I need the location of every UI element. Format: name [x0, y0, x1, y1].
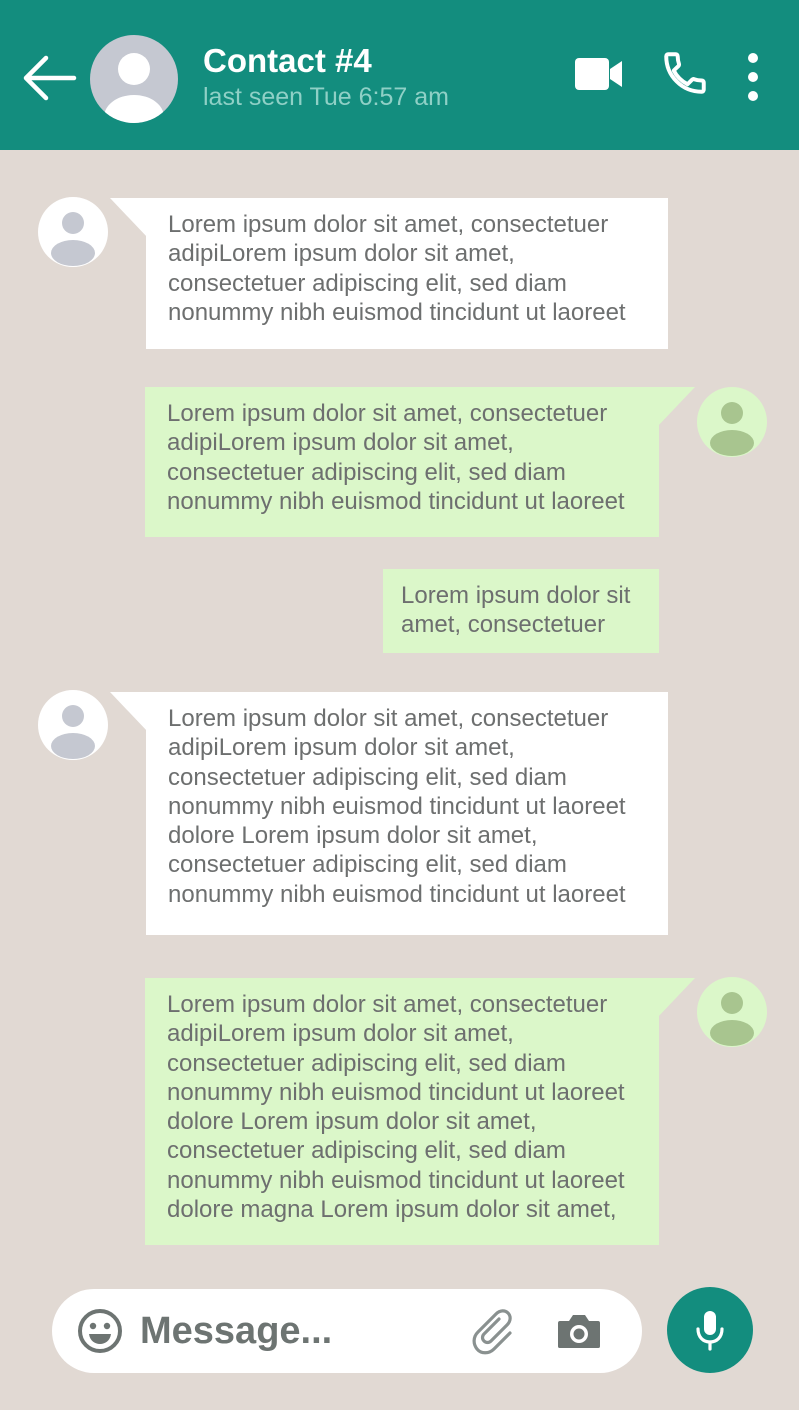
video-call-icon	[575, 58, 622, 90]
last-seen-status: last seen Tue 6:57 am	[203, 83, 449, 111]
camera-icon	[558, 1315, 600, 1348]
sender-avatar	[697, 387, 767, 457]
message-input[interactable]	[140, 1307, 450, 1355]
message-bubble-outgoing[interactable]: Lorem ipsum dolor sit amet, consectetuer…	[145, 978, 659, 1245]
voice-message-button[interactable]	[667, 1287, 753, 1373]
back-button[interactable]	[18, 50, 80, 106]
message-bubble-incoming[interactable]: Lorem ipsum dolor sit amet, consectetuer…	[146, 198, 668, 349]
message-bubble-outgoing[interactable]: Lorem ipsum dolor sit amet, consectetuer…	[145, 387, 659, 537]
back-arrow-icon	[23, 55, 77, 101]
camera-button[interactable]	[556, 1311, 602, 1351]
message-bubble-outgoing[interactable]: Lorem ipsum dolor sit amet, consectetuer	[383, 569, 659, 653]
attach-button[interactable]	[472, 1309, 522, 1357]
avatar-icon	[51, 212, 95, 266]
avatar-icon	[104, 53, 164, 123]
paperclip-icon	[472, 1309, 512, 1355]
bubble-tail	[657, 387, 695, 427]
avatar-icon	[51, 705, 95, 759]
bubble-tail	[110, 198, 148, 238]
contact-name[interactable]: Contact #4	[203, 42, 372, 80]
video-call-button[interactable]	[572, 52, 626, 96]
phone-icon	[664, 52, 706, 94]
microphone-icon	[696, 1311, 724, 1351]
avatar-icon	[710, 992, 754, 1046]
chat-header: Contact #4 last seen Tue 6:57 am	[0, 0, 799, 150]
bubble-tail	[657, 978, 695, 1018]
emoji-icon	[78, 1309, 122, 1353]
message-bubble-incoming[interactable]: Lorem ipsum dolor sit amet, consectetuer…	[146, 692, 668, 935]
bubble-tail	[110, 692, 148, 732]
sender-avatar	[38, 197, 108, 267]
voice-call-button[interactable]	[660, 48, 710, 98]
sender-avatar	[38, 690, 108, 760]
contact-avatar[interactable]	[90, 35, 178, 123]
sender-avatar	[697, 977, 767, 1047]
message-composer	[52, 1289, 642, 1373]
more-options-button[interactable]	[736, 50, 770, 106]
more-vert-icon	[748, 53, 758, 101]
emoji-button[interactable]	[76, 1307, 124, 1355]
avatar-icon	[710, 402, 754, 456]
